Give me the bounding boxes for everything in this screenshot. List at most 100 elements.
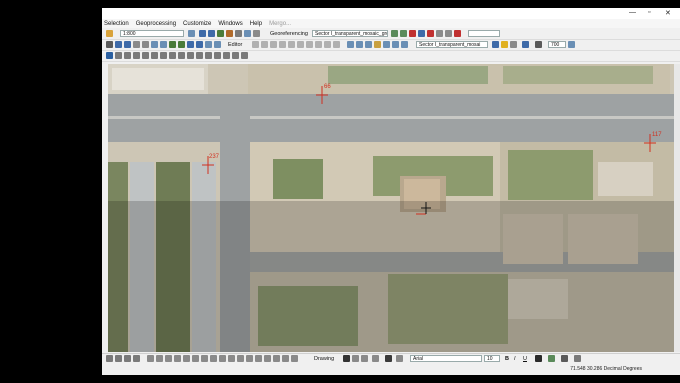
menu-help[interactable]: Help xyxy=(250,21,262,27)
effects-layer-combo[interactable]: Sector I_transparent_mosai xyxy=(416,41,488,48)
search-window-icon[interactable] xyxy=(217,30,224,37)
brightness-icon[interactable] xyxy=(501,41,508,48)
add-control-points-icon[interactable] xyxy=(409,30,416,37)
magnifier-icon[interactable] xyxy=(205,52,212,59)
catalog-icon[interactable] xyxy=(208,30,215,37)
sketch-properties-icon[interactable] xyxy=(324,41,331,48)
fill-color-icon[interactable] xyxy=(548,355,555,362)
transparency-icon[interactable] xyxy=(522,41,529,48)
map-vertical-scrollbar[interactable] xyxy=(674,64,680,352)
font-size-combo[interactable]: 10 xyxy=(484,355,500,362)
layout-tool-13-icon[interactable] xyxy=(255,355,262,362)
select-features-icon[interactable] xyxy=(160,52,167,59)
swipe-icon[interactable] xyxy=(392,41,399,48)
previous-extent-icon[interactable] xyxy=(142,52,149,59)
layout-view-toggle-icon[interactable] xyxy=(115,355,122,362)
select-elements-arrow-icon[interactable] xyxy=(343,355,350,362)
layout-tool-7-icon[interactable] xyxy=(201,355,208,362)
layout-tool-4-icon[interactable] xyxy=(174,355,181,362)
layout-tool-11-icon[interactable] xyxy=(237,355,244,362)
georef-search-box[interactable] xyxy=(468,30,500,37)
minimize-icon[interactable]: — xyxy=(629,9,636,16)
symbology-icon[interactable] xyxy=(374,41,381,48)
create-features-icon[interactable] xyxy=(333,41,340,48)
time-slider-icon[interactable] xyxy=(178,41,185,48)
georef-tool-icon[interactable] xyxy=(454,30,461,37)
end-point-arc-icon[interactable] xyxy=(279,41,286,48)
help-icon[interactable] xyxy=(253,30,260,37)
refresh-view-icon[interactable] xyxy=(124,355,131,362)
measure-icon[interactable] xyxy=(142,41,149,48)
close-icon[interactable]: ✕ xyxy=(665,9,671,17)
straight-segment-icon[interactable] xyxy=(270,41,277,48)
identify-results-icon[interactable] xyxy=(365,41,372,48)
identify-icon[interactable] xyxy=(124,41,131,48)
menu-windows[interactable]: Windows xyxy=(218,21,242,27)
contrast-icon[interactable] xyxy=(492,41,499,48)
maximize-icon[interactable]: ▫ xyxy=(648,9,650,16)
add-data-icon[interactable] xyxy=(106,30,113,37)
layout-tool-9-icon[interactable] xyxy=(219,355,226,362)
line-color-icon[interactable] xyxy=(561,355,568,362)
layout-tool-15-icon[interactable] xyxy=(273,355,280,362)
edit-tool-icon[interactable] xyxy=(252,41,259,48)
refresh-icon[interactable] xyxy=(241,52,248,59)
font-color-icon[interactable] xyxy=(535,355,542,362)
hyperlink-icon[interactable] xyxy=(151,41,158,48)
link-table-icon[interactable] xyxy=(418,30,425,37)
layout-tool-6-icon[interactable] xyxy=(192,355,199,362)
layout-tool-17-icon[interactable] xyxy=(291,355,298,362)
flip-icon[interactable] xyxy=(445,30,452,37)
fixed-zoom-out-icon[interactable] xyxy=(214,41,221,48)
shift-icon[interactable] xyxy=(400,30,407,37)
labeling-icon[interactable] xyxy=(383,41,390,48)
new-rectangle-icon[interactable] xyxy=(372,355,379,362)
layout-tool-8-icon[interactable] xyxy=(210,355,217,362)
layout-tool-14-icon[interactable] xyxy=(264,355,271,362)
split-icon[interactable] xyxy=(297,41,304,48)
attributes-icon[interactable] xyxy=(315,41,322,48)
select-elements-icon[interactable] xyxy=(178,52,185,59)
italic-button[interactable]: I xyxy=(514,355,516,363)
text-tool-icon[interactable] xyxy=(385,355,392,362)
layout-tool-12-icon[interactable] xyxy=(246,355,253,362)
go-to-xy-icon[interactable] xyxy=(196,52,203,59)
pan-icon[interactable] xyxy=(115,52,122,59)
drawing-menu[interactable]: Drawing xyxy=(314,355,334,363)
route-icon[interactable] xyxy=(169,41,176,48)
transparency-dropdown-icon[interactable] xyxy=(568,41,575,48)
find-icon[interactable] xyxy=(133,41,140,48)
menu-customize[interactable]: Customize xyxy=(183,21,211,27)
gamma-icon[interactable] xyxy=(510,41,517,48)
model-builder-icon[interactable] xyxy=(244,30,251,37)
html-popup-icon[interactable] xyxy=(160,41,167,48)
viewer-icon[interactable] xyxy=(436,30,443,37)
flicker-icon[interactable] xyxy=(401,41,408,48)
data-view-icon[interactable] xyxy=(106,355,113,362)
layout-view-icon[interactable] xyxy=(232,52,239,59)
layer-list-icon[interactable] xyxy=(347,41,354,48)
menu-selection[interactable]: Selection xyxy=(104,21,129,27)
font-name-combo[interactable]: Arial xyxy=(410,355,482,362)
menu-geoprocessing[interactable]: Geoprocessing xyxy=(136,21,176,27)
zoom-full-icon[interactable] xyxy=(188,30,195,37)
trace-icon[interactable] xyxy=(288,41,295,48)
scale-combo[interactable]: 1:800 xyxy=(120,30,184,37)
zoom-out-icon[interactable] xyxy=(133,52,140,59)
overview-icon[interactable] xyxy=(223,52,230,59)
measure-tool-icon[interactable] xyxy=(187,52,194,59)
layout-tool-10-icon[interactable] xyxy=(228,355,235,362)
table-of-contents-icon[interactable] xyxy=(199,30,206,37)
delete-link-icon[interactable] xyxy=(427,30,434,37)
pointer-icon[interactable] xyxy=(106,41,113,48)
bold-button[interactable]: B xyxy=(505,355,509,363)
zoom-in-icon[interactable] xyxy=(124,52,131,59)
map-view[interactable]: 66 117 237 xyxy=(108,64,680,352)
fixed-zoom-in-icon[interactable] xyxy=(205,41,212,48)
info-icon[interactable] xyxy=(115,41,122,48)
georeferencing-layer-combo[interactable]: Sector I_transparent_mosaic_gro xyxy=(312,30,388,37)
edit-vertices-icon[interactable] xyxy=(396,355,403,362)
layout-tool-1-icon[interactable] xyxy=(147,355,154,362)
arctoolbox-icon[interactable] xyxy=(226,30,233,37)
georeferencing-menu[interactable]: Georeferencing xyxy=(270,30,308,38)
